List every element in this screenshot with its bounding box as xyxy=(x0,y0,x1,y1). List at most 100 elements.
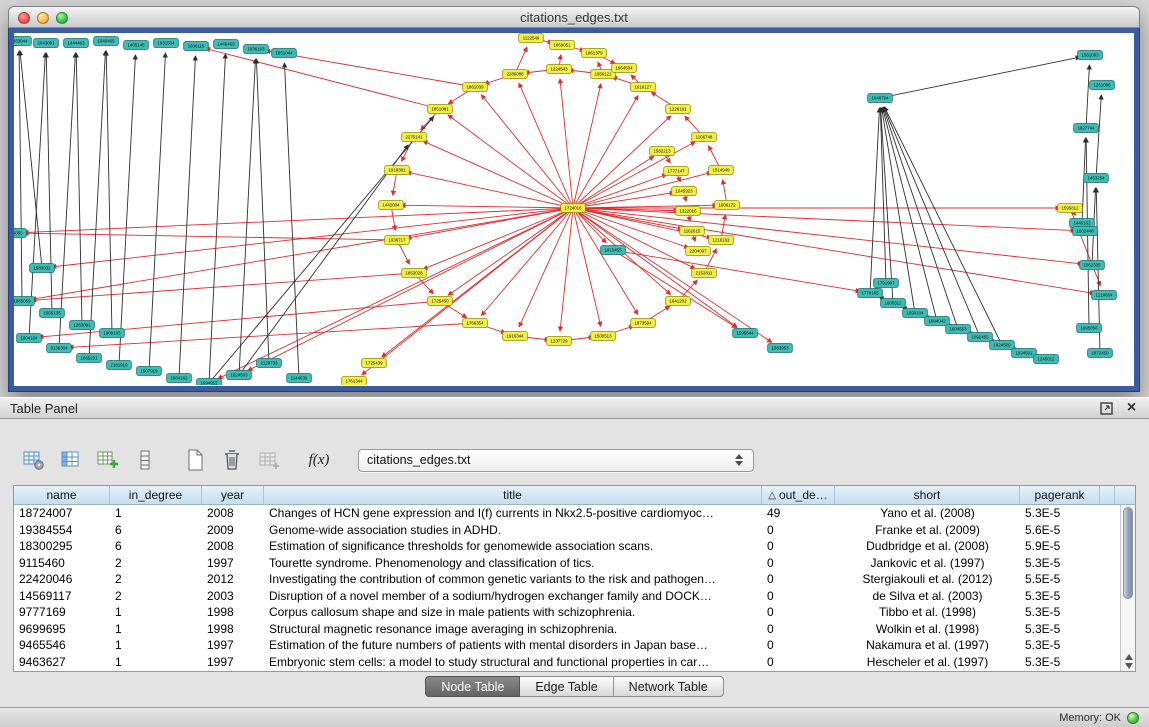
graph-node[interactable]: 1909103 xyxy=(100,329,125,338)
graph-edge[interactable] xyxy=(880,57,1080,98)
graph-node[interactable]: 1695056 xyxy=(1077,324,1102,333)
graph-edge[interactable] xyxy=(519,208,573,327)
graph-edge[interactable] xyxy=(32,273,414,300)
table-row[interactable]: 1872400712008Changes of HCN gene express… xyxy=(14,505,1120,522)
graph-node[interactable]: 2043091 xyxy=(34,39,59,48)
new-file-icon[interactable] xyxy=(181,446,209,474)
graph-node[interactable]: 1851044 xyxy=(272,49,297,58)
graph-node[interactable]: 1924501 xyxy=(1012,349,1037,358)
graph-node[interactable]: 1245012 xyxy=(1034,355,1059,364)
graph-node[interactable]: 1210654 xyxy=(1092,291,1117,300)
graph-edge[interactable] xyxy=(573,116,671,208)
graph-edge[interactable] xyxy=(613,250,860,291)
graph-node[interactable]: 8136304 xyxy=(47,344,72,353)
float-panel-icon[interactable] xyxy=(1099,401,1114,416)
graph-node[interactable]: 2026055 xyxy=(14,229,26,238)
graph-node[interactable]: 1669051 xyxy=(550,41,575,50)
graph-node[interactable]: 1853028 xyxy=(402,269,427,278)
graph-edge[interactable] xyxy=(573,156,654,208)
graph-node[interactable]: 1665231 xyxy=(77,354,102,363)
graph-node[interactable]: 1918381 xyxy=(385,166,410,175)
minimize-window-icon[interactable] xyxy=(37,12,49,24)
graph-node[interactable]: 1873594 xyxy=(631,319,656,328)
window-titlebar[interactable]: citations_edges.txt xyxy=(8,6,1140,28)
graph-node[interactable]: 1582213 xyxy=(650,147,675,156)
graph-node[interactable]: 1092455 xyxy=(968,333,993,342)
graph-node[interactable]: 1693104 xyxy=(903,309,928,318)
delete-table-icon[interactable] xyxy=(218,446,246,474)
graph-node[interactable]: 1514949 xyxy=(709,166,734,175)
graph-node[interactable]: 2129733 xyxy=(257,359,282,368)
graph-node[interactable]: 1507919 xyxy=(137,367,162,376)
graph-node[interactable]: 2275141 xyxy=(402,133,427,142)
graph-node[interactable]: 1595812 xyxy=(1058,204,1083,213)
graph-edge[interactable] xyxy=(573,208,1075,231)
graph-edge[interactable] xyxy=(218,208,573,379)
graph-edge[interactable] xyxy=(573,96,638,208)
graph-node[interactable]: 1915455 xyxy=(601,246,626,255)
graph-node[interactable]: 1936717 xyxy=(385,236,410,245)
graph-node[interactable]: 1224543 xyxy=(547,65,572,74)
zoom-window-icon[interactable] xyxy=(56,12,68,24)
column-header-title[interactable]: title xyxy=(264,486,762,504)
graph-edge[interactable] xyxy=(573,208,601,326)
table-row[interactable]: 1456911722003Disruption of a novel membe… xyxy=(14,588,1120,605)
graph-edge[interactable] xyxy=(448,115,573,208)
table-row[interactable]: 969969511998Structural magnetic resonanc… xyxy=(14,621,1120,638)
graph-node[interactable]: 1216162 xyxy=(709,236,734,245)
graph-node[interactable]: 1083953 xyxy=(768,344,793,353)
graph-node[interactable]: 1606115 xyxy=(184,42,209,51)
graph-node[interactable]: 1237729 xyxy=(547,337,572,346)
graph-edge[interactable] xyxy=(24,208,573,233)
show-columns-icon[interactable] xyxy=(57,446,85,474)
graph-edge[interactable] xyxy=(89,51,105,358)
graph-node[interactable]: 1725450 xyxy=(428,297,453,306)
graph-node[interactable]: 1724016 xyxy=(561,204,586,213)
graph-node[interactable]: 1641202 xyxy=(666,297,691,306)
scroll-up-icon[interactable] xyxy=(1125,654,1133,660)
graph-node[interactable]: 1777147 xyxy=(664,167,689,176)
graph-edge[interactable] xyxy=(119,55,135,365)
graph-node[interactable]: 1444463 xyxy=(64,39,89,48)
graph-node[interactable]: 1964504 xyxy=(612,64,637,73)
graph-edge[interactable] xyxy=(573,208,772,342)
table-row[interactable]: 946554611997Estimation of the future num… xyxy=(14,637,1120,654)
graph-edge[interactable] xyxy=(362,208,573,375)
graph-node[interactable]: 1964162 xyxy=(167,374,192,383)
graph-edge[interactable] xyxy=(59,53,75,348)
graph-edge[interactable] xyxy=(76,53,82,325)
column-header-pagerank[interactable]: pagerank xyxy=(1020,486,1100,504)
table-row[interactable]: 977716911998Corpus callosum shape and si… xyxy=(14,604,1120,621)
graph-edge[interactable] xyxy=(39,301,440,337)
table-settings-icon[interactable] xyxy=(20,446,48,474)
column-header-short[interactable]: short xyxy=(835,486,1020,504)
graph-edge[interactable] xyxy=(19,51,22,301)
graph-node[interactable]: 2286088 xyxy=(503,70,528,79)
row-options-icon[interactable] xyxy=(131,446,159,474)
table-row[interactable]: 911546021997Tourette syndrome. Phenomeno… xyxy=(14,555,1120,572)
graph-edge[interactable] xyxy=(560,79,573,208)
graph-node[interactable]: 1648794 xyxy=(868,94,893,103)
graph-node[interactable]: 1226161 xyxy=(666,105,691,114)
scroll-down-icon[interactable] xyxy=(1125,663,1133,669)
tab-node-table[interactable]: Node Table xyxy=(425,676,520,697)
graph-node[interactable]: 1872450 xyxy=(1088,349,1113,358)
graph-node[interactable]: 1595844 xyxy=(733,329,758,338)
vertical-scrollbar[interactable] xyxy=(1120,505,1135,671)
graph-node[interactable]: 1694952 xyxy=(197,379,222,386)
graph-node[interactable]: 1263091 xyxy=(70,321,95,330)
graph-node[interactable]: 2152811 xyxy=(692,269,717,278)
graph-edge[interactable] xyxy=(481,208,573,315)
graph-node[interactable]: 1602448 xyxy=(1073,227,1098,236)
import-table-icon[interactable] xyxy=(255,446,283,474)
graph-edge[interactable] xyxy=(266,51,475,87)
graph-edge[interactable] xyxy=(519,83,573,208)
graph-node[interactable]: 1936103 xyxy=(244,45,269,54)
close-panel-icon[interactable]: × xyxy=(1124,401,1139,416)
graph-node[interactable]: 1442004 xyxy=(379,201,404,210)
column-header-out_de[interactable]: △out_de… xyxy=(762,486,835,504)
graph-edge[interactable] xyxy=(179,56,195,378)
graph-node[interactable]: 1985059 xyxy=(14,297,34,306)
graph-node[interactable]: 1162615 xyxy=(680,227,705,236)
graph-node[interactable]: 1606172 xyxy=(715,201,740,210)
